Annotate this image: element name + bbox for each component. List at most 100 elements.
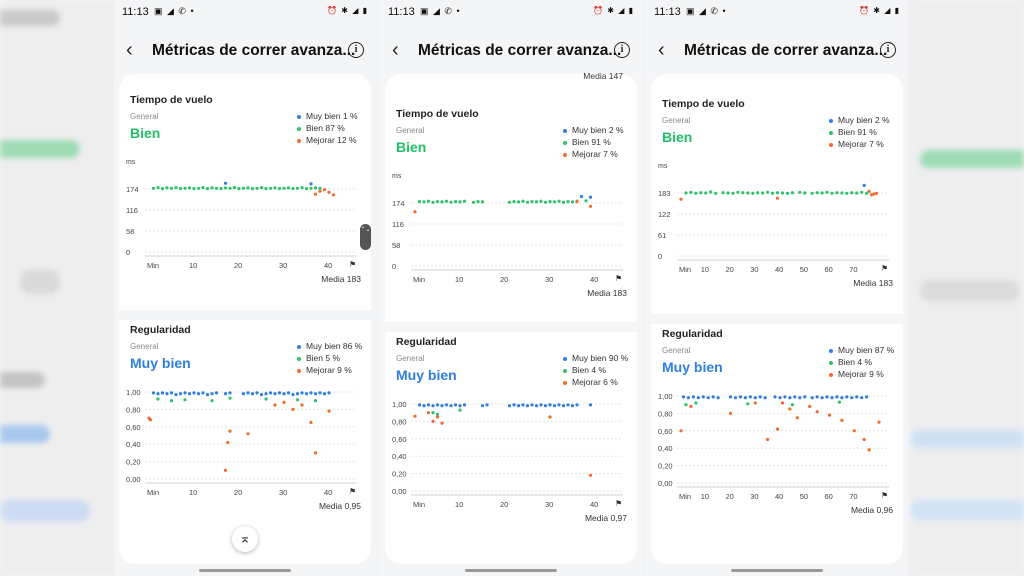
navigation-handle[interactable] <box>731 569 823 572</box>
data-point-mejorar <box>588 473 593 477</box>
legend-label: Mejorar 7 % <box>838 139 884 149</box>
data-point-muy-bien <box>318 391 322 395</box>
media-value: Media 0,95 <box>318 501 361 511</box>
info-icon[interactable]: i <box>880 42 896 58</box>
data-point-muy-bien <box>570 404 575 408</box>
data-point-bien <box>458 200 462 204</box>
data-point-muy-bien <box>575 403 579 407</box>
data-point-mejorar <box>766 437 770 442</box>
back-arrow-icon[interactable]: ‹ <box>392 40 399 60</box>
data-point-bien <box>431 411 435 415</box>
data-point-mejorar <box>827 413 832 417</box>
y-tick-label: 0,80 <box>392 417 407 426</box>
media-value: Media 183 <box>853 278 893 288</box>
blurred-background-left <box>0 0 118 576</box>
back-arrow-icon[interactable]: ‹ <box>658 40 665 60</box>
data-point-bien <box>449 200 453 204</box>
x-tick-label: 30 <box>545 275 553 284</box>
data-point-muy-bien <box>815 395 819 399</box>
legend-item: Bien 4 % <box>563 364 628 376</box>
general-label: General <box>130 112 159 121</box>
data-point-muy-bien <box>223 181 228 185</box>
data-point-muy-bien <box>507 404 512 408</box>
data-point-muy-bien <box>716 396 720 400</box>
legend-dot-icon <box>829 130 833 135</box>
data-point-muy-bien <box>295 392 300 396</box>
data-point-mejorar <box>788 407 792 411</box>
legend-dot-icon <box>829 360 833 365</box>
data-point-mejorar <box>575 200 579 204</box>
data-point-bien <box>810 191 814 195</box>
back-arrow-icon[interactable]: ‹ <box>126 40 133 60</box>
data-point-bien <box>219 187 223 191</box>
rating-text: Bien <box>396 139 427 155</box>
metrics-card: Tiempo de vuelo General Bien Muy bien 1 … <box>119 74 371 564</box>
data-point-muy-bien <box>187 392 192 396</box>
data-point-muy-bien <box>701 395 705 399</box>
navigation-handle[interactable] <box>199 569 291 572</box>
data-point-bien <box>309 186 313 190</box>
data-point-muy-bien <box>793 395 797 399</box>
navigation-handle[interactable] <box>465 569 557 572</box>
data-point-bien <box>561 200 566 204</box>
data-point-muy-bien <box>268 391 273 395</box>
data-point-bien <box>295 398 300 402</box>
data-point-mejorar <box>431 419 435 423</box>
legend-item: Bien 5 % <box>297 352 362 364</box>
legend-item: Bien 4 % <box>829 356 894 368</box>
y-tick-label: 58 <box>126 227 134 236</box>
section-divider <box>119 310 371 320</box>
y-tick-label: 0,80 <box>126 405 141 414</box>
data-point-muy-bien <box>691 395 695 399</box>
data-point-muy-bien <box>835 395 839 399</box>
x-tick-label: Min <box>679 492 691 501</box>
data-point-bien <box>192 187 196 191</box>
data-point-bien <box>790 191 794 195</box>
scroll-to-top-button[interactable]: ⌅ <box>232 526 258 552</box>
legend-dot-icon <box>297 126 301 131</box>
y-tick-label: 183 <box>658 189 671 198</box>
info-icon[interactable]: i <box>614 42 630 58</box>
x-tick-label: 60 <box>825 492 833 501</box>
data-point-muy-bien <box>543 404 548 408</box>
scroll-handle[interactable]: ⌃⌄ <box>360 224 371 250</box>
data-point-bien <box>845 191 849 195</box>
info-icon[interactable]: i <box>348 42 364 58</box>
general-label: General <box>662 346 691 355</box>
data-point-mejorar <box>148 418 152 422</box>
y-tick-label: 0,40 <box>392 452 407 461</box>
x-tick-label: 40 <box>590 500 598 509</box>
media-value: Media 0,97 <box>584 513 627 523</box>
data-point-bien <box>196 186 201 190</box>
data-point-mejorar <box>728 411 733 415</box>
data-point-mejorar <box>327 190 331 194</box>
data-point-muy-bien <box>264 392 268 396</box>
data-point-bien <box>462 199 467 203</box>
legend-label: Mejorar 9 % <box>838 369 884 379</box>
data-point-muy-bien <box>422 404 426 408</box>
data-point-muy-bien <box>521 403 525 407</box>
data-point-bien <box>255 186 259 190</box>
data-point-muy-bien <box>758 395 762 399</box>
data-point-bien <box>761 191 765 195</box>
data-point-bien <box>210 186 214 190</box>
data-point-bien <box>830 191 834 195</box>
x-tick-label: 30 <box>750 492 758 501</box>
data-point-muy-bien <box>686 396 690 400</box>
data-point-bien <box>780 191 785 195</box>
data-point-muy-bien <box>850 396 854 400</box>
finish-flag-icon: ⚑ <box>349 487 356 496</box>
data-point-muy-bien <box>588 403 593 407</box>
data-point-mejorar <box>775 427 780 431</box>
legend-label: Bien 5 % <box>306 353 341 363</box>
data-point-bien <box>726 191 730 195</box>
y-tick-label: 0 <box>126 248 130 257</box>
data-point-mejorar <box>228 429 232 433</box>
data-point-muy-bien <box>246 391 250 395</box>
legend-label: Mejorar 9 % <box>306 365 352 375</box>
data-point-bien <box>300 186 304 190</box>
legend-dot-icon <box>563 140 567 145</box>
data-point-bien <box>746 191 750 195</box>
finish-flag-icon: ⚑ <box>349 260 356 269</box>
legend-dot-icon <box>297 344 301 349</box>
